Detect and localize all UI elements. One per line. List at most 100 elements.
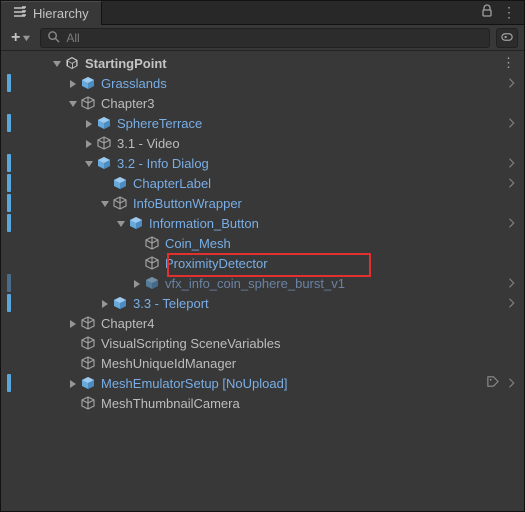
object-label: Grasslands	[101, 76, 504, 91]
object-label: Information_Button	[149, 216, 504, 231]
chevron-right-icon[interactable]	[504, 276, 520, 290]
chevron-right-icon[interactable]	[504, 216, 520, 230]
fold-icon[interactable]	[97, 299, 111, 308]
row-menu-icon[interactable]: ⋮	[502, 55, 518, 71]
cube-icon	[95, 156, 113, 170]
object-label: Chapter4	[101, 316, 524, 331]
cube-icon	[79, 376, 97, 390]
search-type-button[interactable]	[496, 28, 518, 48]
tree-row-highlighted[interactable]: ProximityDetector	[1, 253, 524, 273]
object-label: SphereTerrace	[117, 116, 504, 131]
fold-icon[interactable]	[81, 159, 95, 168]
object-label: StartingPoint	[85, 56, 502, 71]
fold-icon[interactable]	[81, 119, 95, 128]
prefab-mark	[7, 114, 11, 132]
tree-row[interactable]: 3.1 - Video	[1, 133, 524, 153]
tree-row[interactable]: 3.3 - Teleport	[1, 293, 524, 313]
object-label: InfoButtonWrapper	[133, 196, 524, 211]
chevron-right-icon[interactable]	[504, 76, 520, 90]
tree-row[interactable]: ChapterLabel	[1, 173, 524, 193]
fold-icon[interactable]	[65, 319, 79, 328]
cube-icon	[79, 76, 97, 90]
cube-icon	[79, 396, 97, 410]
tree-row[interactable]: 3.2 - Info Dialog	[1, 153, 524, 173]
cube-icon	[95, 136, 113, 150]
hierarchy-tree: StartingPoint ⋮ Grasslands Chapter3 Sphe…	[1, 51, 524, 415]
fold-icon[interactable]	[129, 279, 143, 288]
cube-icon	[111, 296, 129, 310]
tab-bar: Hierarchy ⋮	[1, 1, 524, 25]
prefab-mark	[7, 74, 11, 92]
prefab-mark	[7, 194, 11, 212]
prefab-mark	[7, 374, 11, 392]
object-label: MeshUniqueIdManager	[101, 356, 524, 371]
object-label: 3.2 - Info Dialog	[117, 156, 504, 171]
tree-row[interactable]: VisualScripting SceneVariables	[1, 333, 524, 353]
cube-icon	[111, 176, 129, 190]
tree-row[interactable]: SphereTerrace	[1, 113, 524, 133]
cube-icon	[95, 116, 113, 130]
cube-icon	[143, 276, 161, 290]
hierarchy-icon	[13, 5, 27, 22]
cube-icon	[79, 96, 97, 110]
object-label: Chapter3	[101, 96, 524, 111]
toolbar: +	[1, 25, 524, 51]
cube-icon	[79, 336, 97, 350]
object-label: Coin_Mesh	[165, 236, 524, 251]
cube-icon	[111, 196, 129, 210]
prefab-mark	[7, 174, 11, 192]
panel-menu-icon[interactable]: ⋮	[502, 4, 516, 21]
lock-icon[interactable]	[480, 4, 494, 21]
prefab-mark	[7, 274, 11, 292]
object-label: 3.3 - Teleport	[133, 296, 504, 311]
fold-icon[interactable]	[113, 219, 127, 228]
fold-icon[interactable]	[65, 99, 79, 108]
tree-row[interactable]: Chapter3	[1, 93, 524, 113]
scene-root[interactable]: StartingPoint ⋮	[1, 53, 524, 73]
object-label: vfx_info_coin_sphere_burst_v1	[165, 276, 504, 291]
tree-row[interactable]: Information_Button	[1, 213, 524, 233]
tree-row[interactable]: MeshThumbnailCamera	[1, 393, 524, 413]
fold-icon[interactable]	[97, 199, 111, 208]
object-label: ProximityDetector	[165, 256, 524, 271]
fold-icon[interactable]	[65, 379, 79, 388]
cube-icon	[143, 236, 161, 250]
tag-icon	[486, 375, 502, 391]
object-label: MeshThumbnailCamera	[101, 396, 524, 411]
cube-icon	[79, 316, 97, 330]
object-label: ChapterLabel	[133, 176, 504, 191]
object-label: 3.1 - Video	[117, 136, 524, 151]
chevron-right-icon[interactable]	[504, 296, 520, 310]
tree-row[interactable]: Chapter4	[1, 313, 524, 333]
search-icon	[47, 30, 60, 46]
hierarchy-tab[interactable]: Hierarchy	[1, 1, 102, 25]
tree-row[interactable]: vfx_info_coin_sphere_burst_v1	[1, 273, 524, 293]
prefab-mark	[7, 154, 11, 172]
object-label: MeshEmulatorSetup [NoUpload]	[101, 376, 486, 391]
cube-icon	[127, 216, 145, 230]
search-field[interactable]	[40, 28, 490, 48]
fold-icon[interactable]	[65, 79, 79, 88]
chevron-right-icon[interactable]	[504, 156, 520, 170]
search-input[interactable]	[66, 31, 483, 45]
plus-icon: +	[11, 29, 20, 47]
chevron-right-icon[interactable]	[504, 176, 520, 190]
unity-icon	[63, 56, 81, 70]
cube-icon	[79, 356, 97, 370]
fold-icon[interactable]	[81, 139, 95, 148]
tree-row[interactable]: Coin_Mesh	[1, 233, 524, 253]
tree-row[interactable]: MeshUniqueIdManager	[1, 353, 524, 373]
object-label: VisualScripting SceneVariables	[101, 336, 524, 351]
cube-icon	[143, 256, 161, 270]
tree-row[interactable]: Grasslands	[1, 73, 524, 93]
tree-row[interactable]: MeshEmulatorSetup [NoUpload]	[1, 373, 524, 393]
chevron-right-icon[interactable]	[504, 376, 520, 390]
tree-row[interactable]: InfoButtonWrapper	[1, 193, 524, 213]
prefab-mark	[7, 294, 11, 312]
create-button[interactable]: +	[7, 27, 34, 49]
dropdown-icon	[22, 30, 30, 45]
chevron-right-icon[interactable]	[504, 116, 520, 130]
fold-icon[interactable]	[49, 59, 63, 68]
prefab-mark	[7, 214, 11, 232]
panel-title: Hierarchy	[33, 6, 89, 21]
